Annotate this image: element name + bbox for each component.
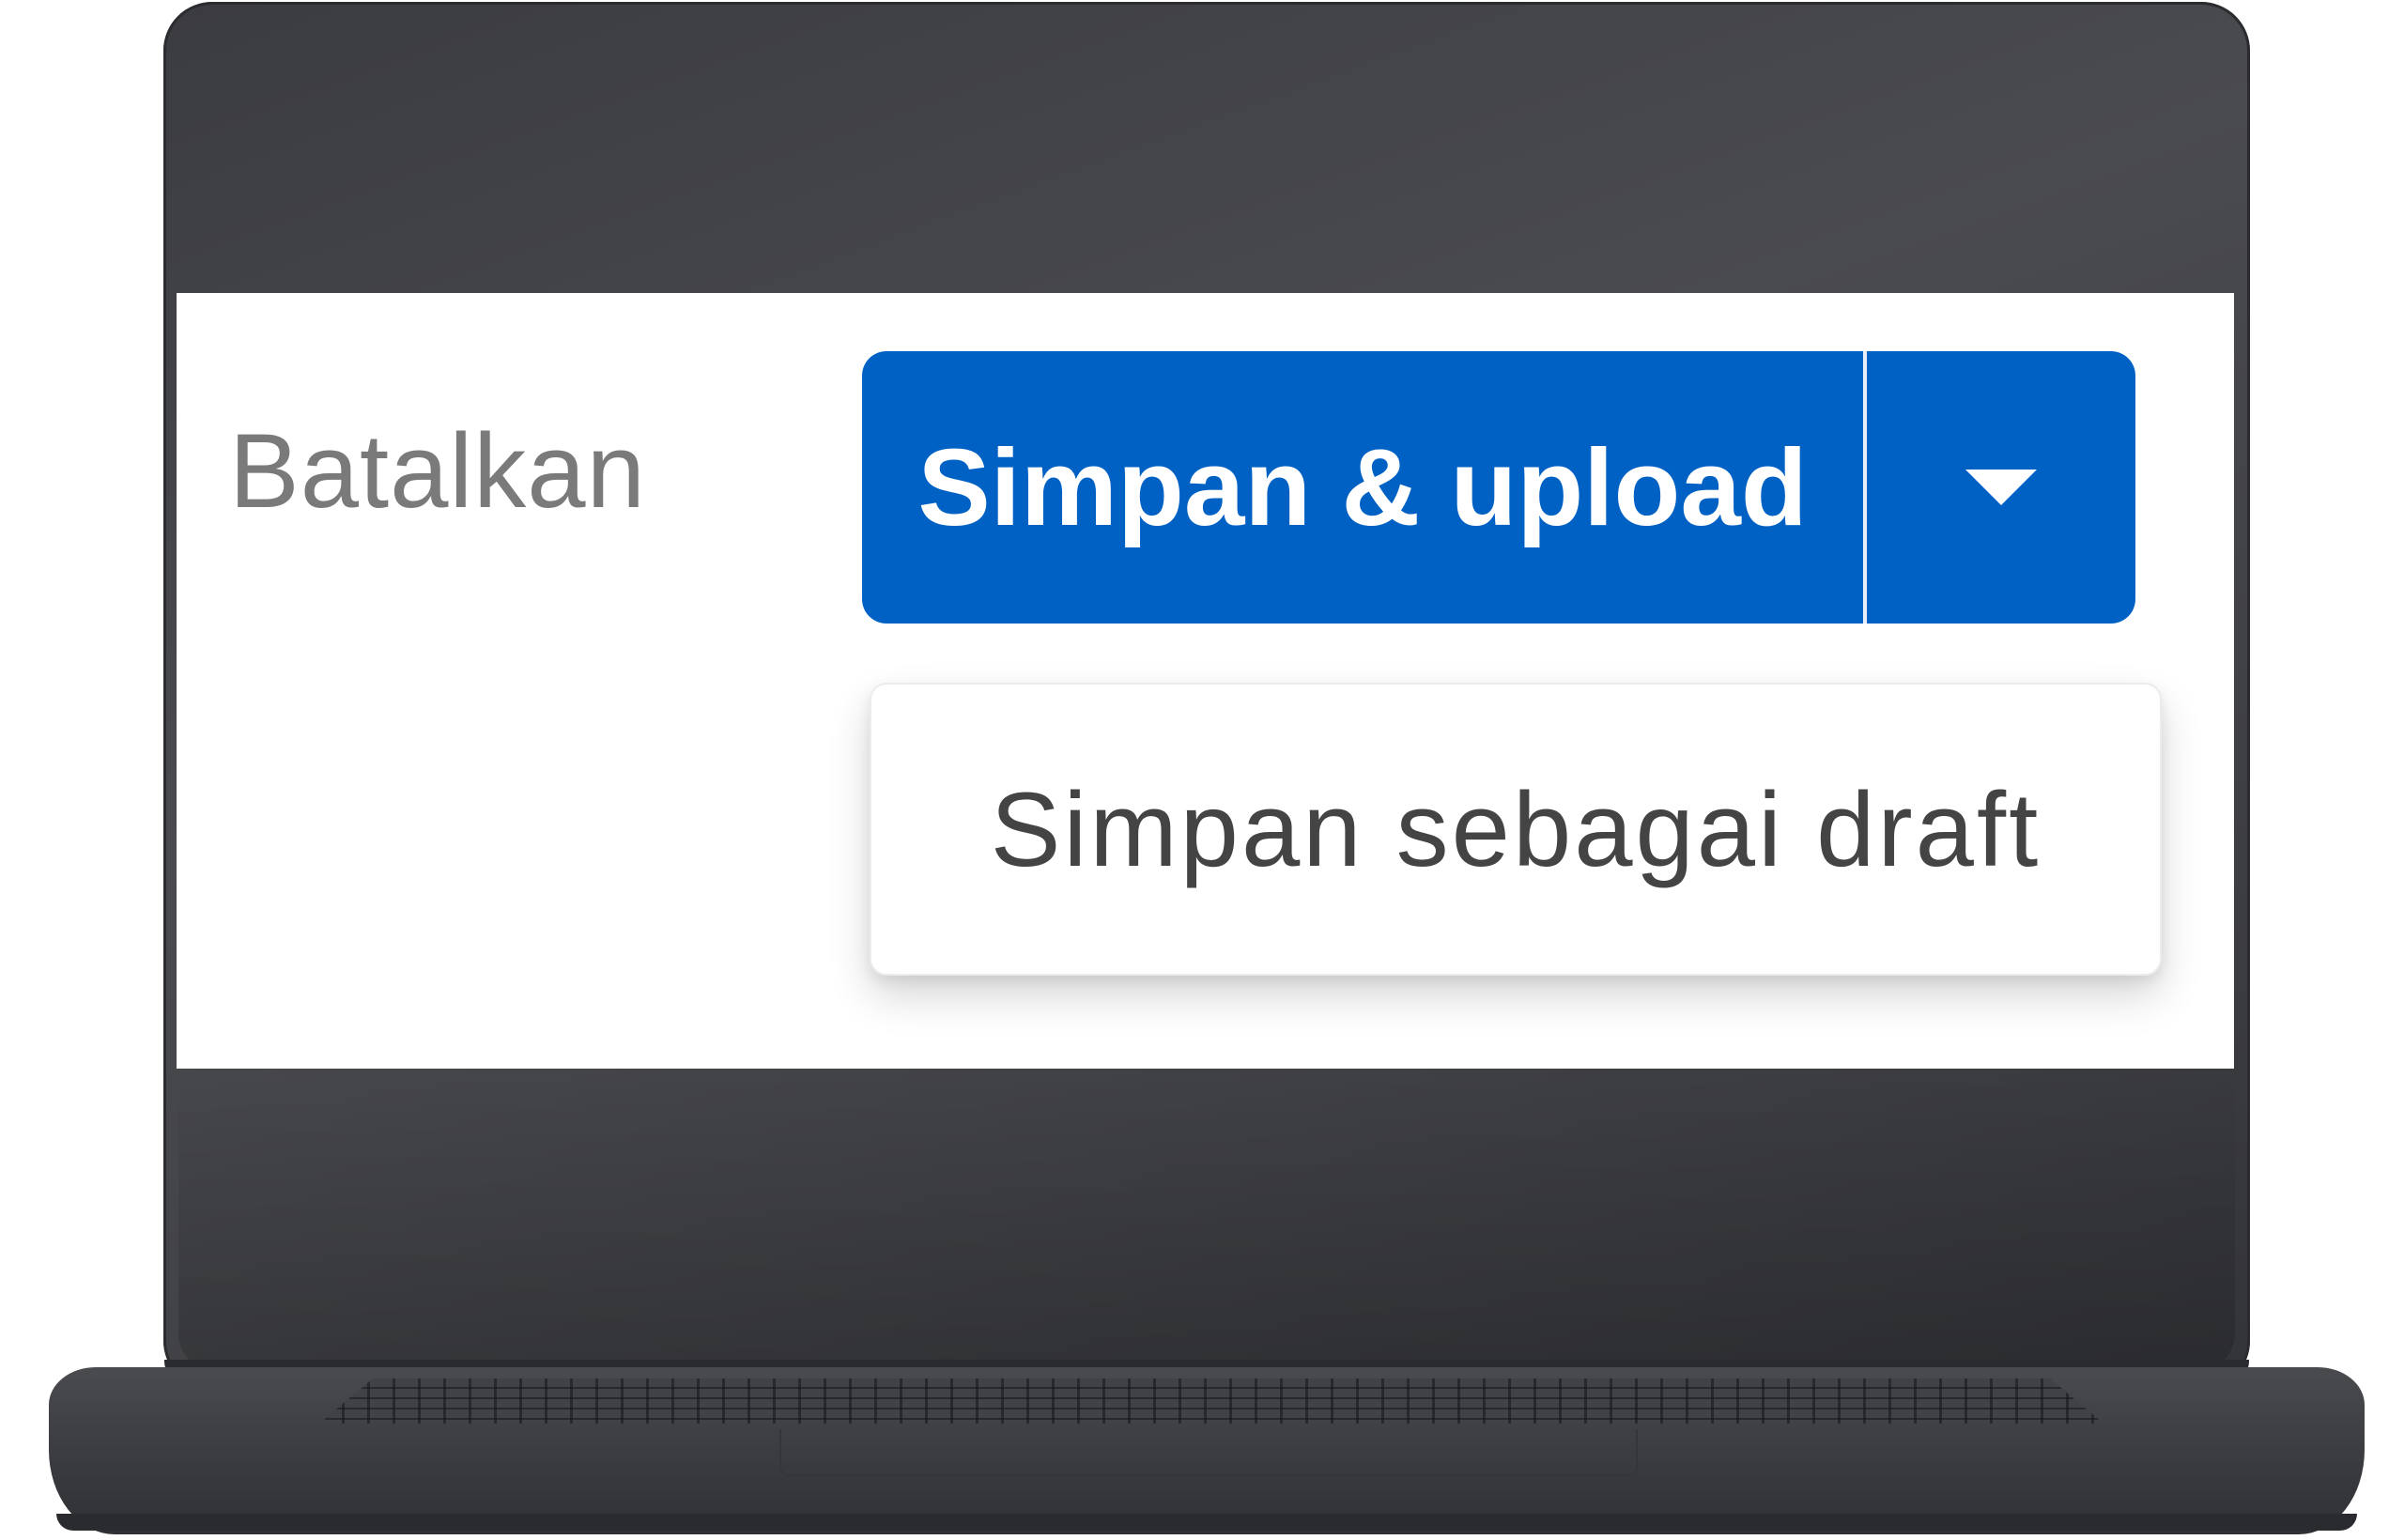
trackpad — [779, 1429, 1638, 1476]
laptop-base-edge — [56, 1514, 2357, 1531]
lid-shade — [178, 1070, 2235, 1371]
keyboard — [319, 1378, 2104, 1424]
laptop-mockup: Batalkan Simpan & upload Simpan sebagai … — [0, 0, 2404, 1540]
save-and-upload-button[interactable]: Simpan & upload — [862, 351, 1863, 624]
save-as-draft-menu-item[interactable]: Simpan sebagai draft — [991, 769, 2041, 890]
caret-down-icon — [1965, 470, 2037, 505]
save-split-button: Simpan & upload — [862, 351, 2135, 624]
dropdown-toggle-button[interactable] — [1867, 351, 2135, 624]
cancel-button[interactable]: Batalkan — [229, 419, 646, 524]
screen: Batalkan Simpan & upload Simpan sebagai … — [177, 293, 2234, 1069]
dropdown-menu: Simpan sebagai draft — [870, 683, 2162, 976]
